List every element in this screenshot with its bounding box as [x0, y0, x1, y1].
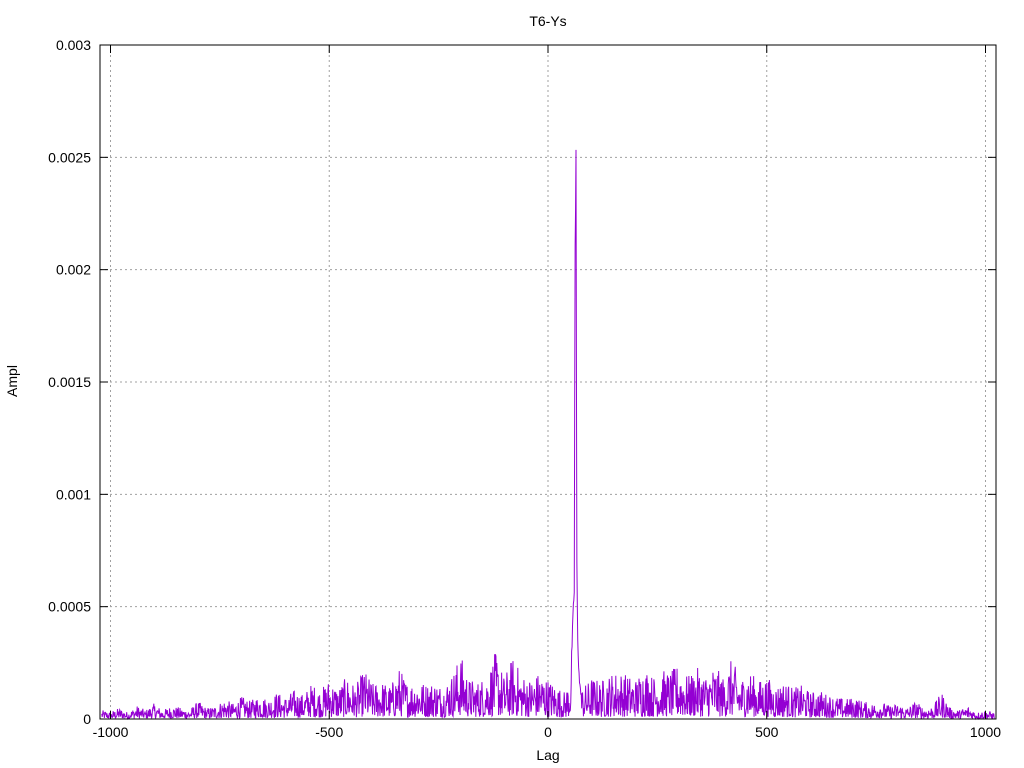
x-tick-label: 1000: [970, 724, 1001, 740]
y-tick-label: 0.001: [56, 486, 91, 502]
y-tick-label: 0.0025: [48, 149, 91, 165]
x-tick-label: -500: [315, 724, 343, 740]
x-tick-labels: -1000 -500 0 500 1000: [93, 724, 1002, 740]
y-tick-label: 0.0015: [48, 374, 91, 390]
y-tick-label: 0.0005: [48, 599, 91, 615]
grid-lines: [100, 45, 996, 719]
y-tick-label: 0.003: [56, 37, 91, 53]
x-tick-label: -1000: [93, 724, 129, 740]
x-tick-label: 500: [755, 724, 779, 740]
chart-title: T6-Ys: [529, 13, 566, 29]
x-tick-label: 0: [544, 724, 552, 740]
y-tick-label: 0.002: [56, 262, 91, 278]
y-axis-title: Ampl: [4, 365, 20, 397]
y-tick-label: 0: [83, 711, 91, 727]
y-tick-labels: 0 0.0005 0.001 0.0015 0.002 0.0025 0.003: [48, 37, 91, 727]
chart: T6-Ys -1000 -500 0 500 1000 0 0.0005 0.001 0.00…: [4, 13, 1002, 763]
x-axis-title: Lag: [536, 747, 559, 763]
